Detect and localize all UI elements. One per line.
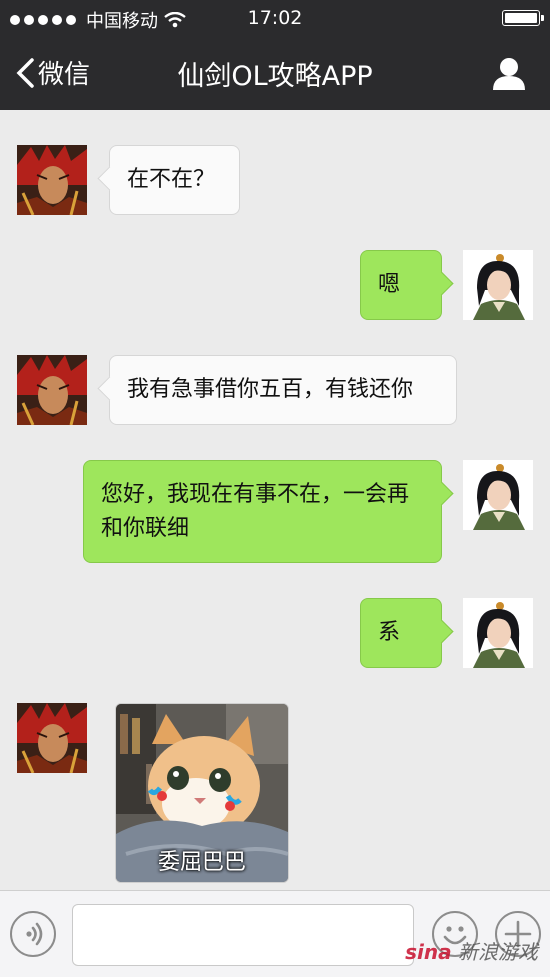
voice-input-button[interactable] (10, 911, 56, 957)
message-input[interactable] (72, 904, 414, 966)
my-avatar[interactable] (463, 250, 533, 320)
watermark-text: 新浪游戏 (458, 940, 538, 964)
sina-logo-text: sina (405, 940, 452, 964)
battery-icon (502, 10, 544, 26)
message-bubble[interactable]: 系 (360, 598, 442, 668)
message-text: 我有急事借你五百，有钱还你 (127, 377, 414, 402)
message-text: 系 (378, 620, 401, 645)
contact-avatar[interactable] (17, 355, 87, 425)
sina-games-watermark: sina 新浪游戏 (405, 936, 538, 965)
input-bar: sina 新浪游戏 (0, 890, 550, 977)
my-avatar[interactable] (463, 598, 533, 668)
my-avatar[interactable] (463, 460, 533, 530)
message-text: 在不在？ (127, 167, 216, 192)
chat-title: 仙剑OL攻略APP (177, 61, 373, 92)
message-bubble[interactable]: 您好，我现在有事不在，一会再和你联细 (83, 460, 442, 563)
voice-icon (26, 922, 43, 946)
contact-avatar[interactable] (17, 145, 87, 215)
status-bar: 中国移动 17:02 (0, 0, 550, 36)
message-bubble[interactable]: 嗯 (360, 250, 442, 320)
contact-avatar[interactable] (17, 703, 87, 773)
clock: 17:02 (247, 7, 303, 29)
message-bubble[interactable]: 我有急事借你五百，有钱还你 (109, 355, 457, 425)
message-bubble[interactable]: 在不在？ (109, 145, 240, 215)
nav-bar: 微信 仙剑OL攻略APP (0, 36, 550, 110)
sticker-caption: 委屈巴巴 (157, 850, 246, 875)
profile-icon[interactable] (492, 56, 526, 90)
message-text: 您好，我现在有事不在，一会再和你联细 (101, 482, 410, 541)
message-text: 嗯 (378, 272, 401, 297)
sticker-message[interactable]: 委屈巴巴 (115, 703, 289, 883)
chat-area[interactable]: 在不在？ 嗯 我有急事借你五百，有钱还你 您好，我现在有事不在，一会再和你联细 … (0, 110, 550, 890)
